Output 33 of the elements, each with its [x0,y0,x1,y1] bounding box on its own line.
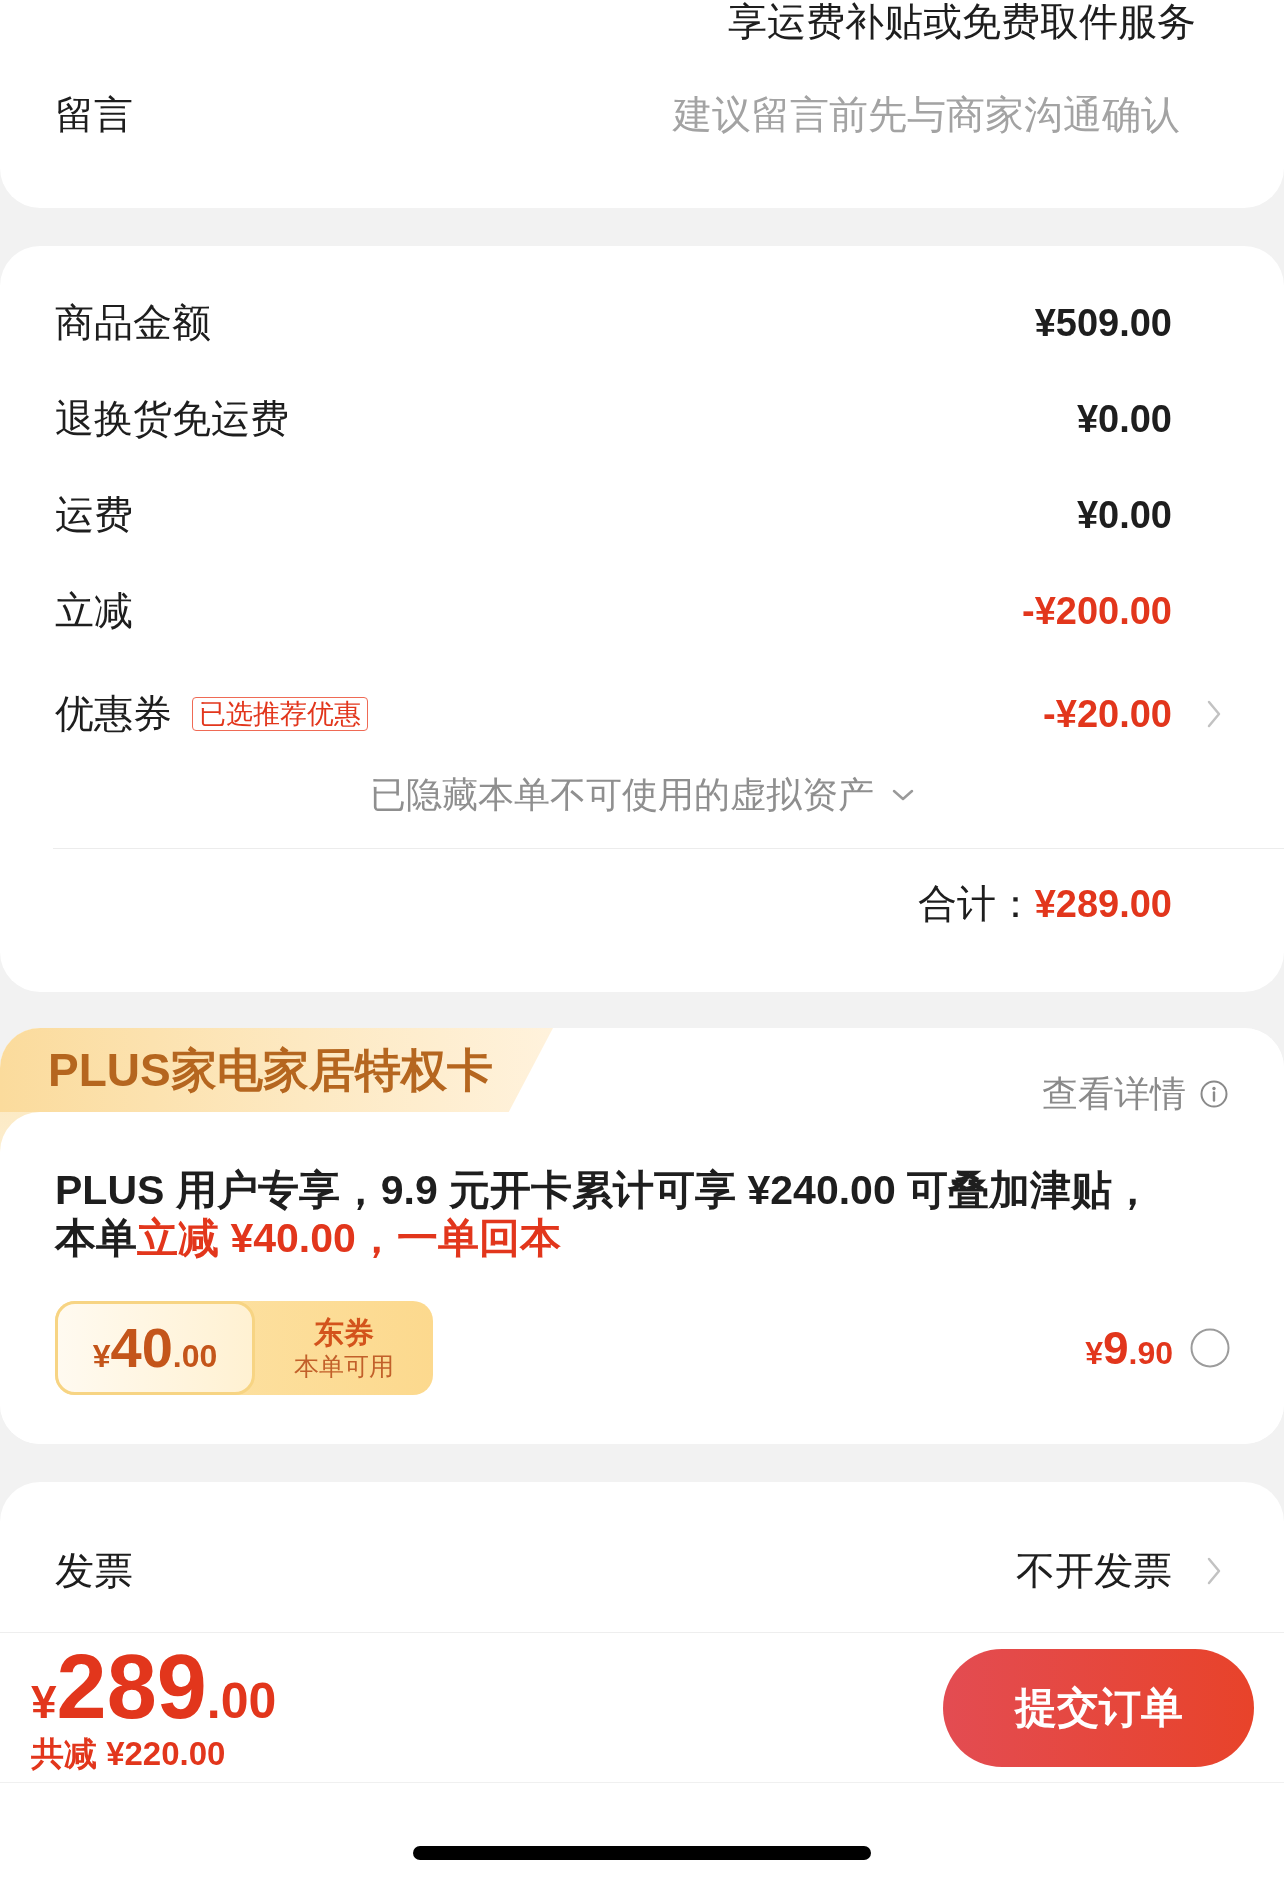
total-label: 合计： [917,881,1035,927]
info-icon [1200,1080,1228,1108]
hidden-assets-toggle[interactable]: 已隐藏本单不可使用的虚拟资产 [370,773,914,817]
coupon-name: 东券 [314,1315,374,1351]
price-value[interactable]: -¥20.00 [1043,690,1172,738]
promo-description: PLUS 用户专享，9.9 元开卡累计可享 ¥240.00 可叠加津贴， 本单立减 ¥40.00，一单回本 [55,1166,1155,1262]
plus-card-title: PLUS家电家居特权卡 [0,1028,553,1112]
coupon-tag: 已选推荐优惠 [192,697,368,731]
view-details-link[interactable]: 查看详情 [1042,1074,1228,1114]
price-value: ¥0.00 [1076,397,1172,442]
price-label: 优惠券 [55,691,172,737]
shipping-note: 享运费补贴或免费取件服务 [728,0,1196,44]
chevron-icon [1207,1557,1221,1585]
price-value: ¥0.00 [1076,493,1172,538]
message-label: 留言 [55,92,133,138]
radio-button[interactable] [1190,1328,1230,1368]
price-value: -¥200.00 [1022,589,1172,634]
coupon-amount: ¥40.00 [55,1301,255,1395]
submit-order-button[interactable]: 提交订单 [943,1648,1254,1767]
total-value: ¥289.00 [1034,882,1172,927]
total-savings: 共减 ¥220.00 [31,1733,227,1774]
plus-card-price: ¥9.90 [1085,1321,1173,1375]
coupon-note: 本单可用 [294,1351,394,1381]
invoice-label: 发票 [55,1548,133,1594]
price-label: 退换货免运费 [55,396,289,442]
order-total: ¥289.00 [31,1640,277,1733]
chevron-icon [1207,700,1221,728]
price-label: 运费 [55,492,133,538]
message-field[interactable]: 建议留言前先与商家沟通确认 [173,87,1180,143]
price-label: 商品金额 [55,300,211,346]
invoice-value[interactable]: 不开发票 [1016,1547,1172,1595]
price-label: 立减 [55,588,133,634]
price-value: ¥509.00 [1034,301,1172,346]
